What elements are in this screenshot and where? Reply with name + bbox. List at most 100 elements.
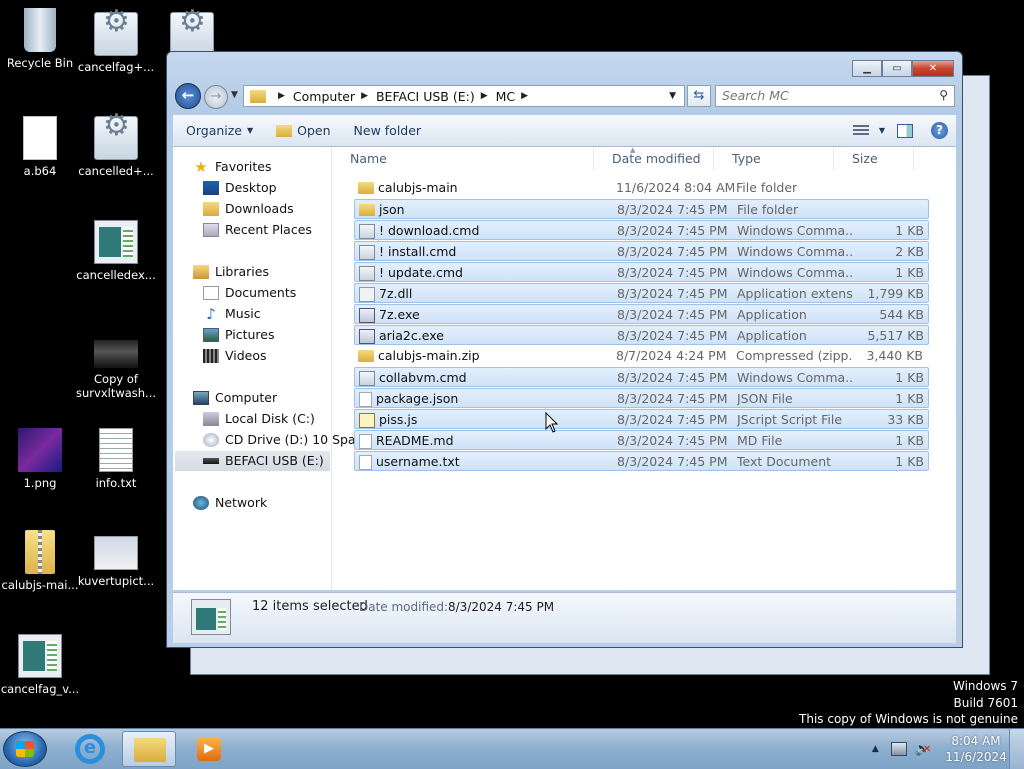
new-folder-button[interactable]: New folder: [354, 123, 422, 138]
desktop-icon-copy-of[interactable]: Copy of survxltwash...: [76, 330, 156, 400]
file-type: File folder: [737, 202, 799, 217]
cmd-file-icon: [359, 370, 375, 386]
watermark-line: Build 7601: [953, 695, 1018, 710]
breadcrumb-computer[interactable]: Computer: [293, 89, 355, 104]
network-status-icon[interactable]: [890, 742, 907, 756]
file-name-text: ! download.cmd: [379, 223, 480, 238]
date-modified-label: Date modified:: [359, 600, 449, 614]
file-row[interactable]: json 8/3/2024 7:45 PM File folder: [354, 199, 929, 219]
change-view-icon[interactable]: [852, 124, 869, 137]
refresh-button[interactable]: ⇆: [687, 85, 711, 107]
file-row[interactable]: calubjs-main 11/6/2024 8:04 AM File folder: [354, 178, 929, 198]
desktop-icon-cancelfag[interactable]: cancelfag+...: [76, 12, 156, 74]
file-row[interactable]: piss.js 8/3/2024 7:45 PM JScript Script Fi…: [354, 409, 929, 429]
desktop-icon-kuvertupict[interactable]: kuvertupict...: [76, 530, 156, 588]
desktop-icon: [203, 181, 219, 195]
file-row[interactable]: ! update.cmd 8/3/2024 7:45 PM Windows Comm…: [354, 262, 929, 282]
file-row[interactable]: aria2c.exe 8/3/2024 7:45 PM Application 5,5…: [354, 325, 929, 345]
desktop-icon-cancelled[interactable]: cancelled+...: [76, 116, 156, 178]
column-header-size[interactable]: Size: [834, 147, 914, 171]
search-input[interactable]: Search MC ⚲: [715, 85, 955, 107]
nav-network[interactable]: Network: [193, 493, 267, 513]
chevron-down-icon[interactable]: ▼: [669, 91, 676, 101]
minimize-button[interactable]: ▁: [852, 60, 882, 77]
date-modified-value: 8/3/2024 7:45 PM: [448, 600, 555, 614]
clock[interactable]: 8:04 AM 11/6/2024: [945, 733, 1007, 765]
folder-icon: [134, 738, 166, 762]
show-desktop-button[interactable]: [1009, 729, 1024, 769]
file-date: 8/3/2024 7:45 PM: [617, 202, 728, 217]
file-name: 7z.exe: [359, 305, 617, 325]
breadcrumb-usb[interactable]: BEFACI USB (E:): [376, 89, 475, 104]
nav-label: Libraries: [215, 264, 269, 279]
desktop-icon-recycle-bin[interactable]: Recycle Bin: [0, 8, 80, 70]
forward-button[interactable]: →: [204, 85, 228, 109]
text-file-icon: [99, 428, 133, 472]
nav-local-disk[interactable]: Local Disk (C:): [203, 409, 315, 429]
file-row[interactable]: 7z.exe 8/3/2024 7:45 PM Application 544 KB: [354, 304, 929, 324]
nav-favorites[interactable]: ★ Favorites: [193, 157, 271, 177]
show-hidden-icons-icon[interactable]: ▲: [872, 744, 879, 754]
organize-button[interactable]: Organize ▼: [186, 123, 253, 138]
preview-pane-icon[interactable]: [897, 123, 913, 138]
nav-music[interactable]: ♪ Music: [203, 304, 261, 324]
file-row[interactable]: calubjs-main.zip 8/7/2024 4:24 PM Compress…: [354, 346, 929, 366]
file-name-text: piss.js: [379, 412, 418, 427]
nav-label: Music: [225, 306, 261, 321]
file-type: File folder: [736, 180, 798, 195]
star-icon: ★: [194, 158, 208, 176]
chevron-right-icon[interactable]: ▶: [521, 91, 528, 101]
file-date: 8/3/2024 7:45 PM: [617, 454, 728, 469]
taskbar-internet-explorer[interactable]: e: [62, 731, 116, 767]
file-row[interactable]: username.txt 8/3/2024 7:45 PM Text Documen…: [354, 451, 929, 471]
nav-documents[interactable]: Documents: [203, 283, 296, 303]
close-button[interactable]: ✕: [912, 60, 954, 77]
file-name: piss.js: [359, 410, 617, 430]
nav-recent-places[interactable]: Recent Places: [203, 220, 312, 240]
file-row[interactable]: 7z.dll 8/3/2024 7:45 PM Application extens…: [354, 283, 929, 303]
desktop-icon-calubjs-zip[interactable]: calubjs-mai...: [0, 530, 80, 592]
back-button[interactable]: ←: [175, 83, 201, 109]
taskbar-windows-explorer[interactable]: [122, 731, 176, 767]
volume-muted-icon[interactable]: 🔈 ✕: [915, 742, 931, 757]
file-name-text: ! install.cmd: [379, 244, 457, 259]
file-row[interactable]: README.md 8/3/2024 7:45 PM MD File 1 KB: [354, 430, 929, 450]
nav-libraries[interactable]: Libraries: [193, 262, 269, 282]
desktop-icon-cancelfag-v[interactable]: cancelfag_v...: [0, 634, 80, 696]
nav-videos[interactable]: Videos: [203, 346, 267, 366]
nav-usb-drive[interactable]: BEFACI USB (E:): [175, 451, 330, 471]
file-row[interactable]: collabvm.cmd 8/3/2024 7:45 PM Windows Comm…: [354, 367, 929, 387]
nav-pictures[interactable]: Pictures: [203, 325, 275, 345]
column-header-name[interactable]: Name ▲: [332, 146, 635, 171]
zip-folder-icon: [25, 530, 55, 574]
file-size: 3,440 KB: [866, 348, 923, 363]
nav-cd-drive[interactable]: CD Drive (D:) 10 Spa: [203, 430, 356, 450]
watermark-line: Windows 7: [952, 679, 1018, 693]
desktop-icon-1-png[interactable]: 1.png: [0, 428, 80, 490]
column-header-type[interactable]: Type: [714, 147, 834, 171]
nav-desktop[interactable]: Desktop: [203, 178, 277, 198]
breadcrumb-mc[interactable]: MC: [496, 89, 516, 104]
chevron-down-icon[interactable]: ▼: [879, 126, 885, 135]
document-icon: [359, 391, 372, 407]
open-button[interactable]: Open: [276, 123, 331, 138]
file-row[interactable]: package.json 8/3/2024 7:45 PM JSON File 1 K…: [354, 388, 929, 408]
recent-pages-dropdown[interactable]: ▼: [231, 90, 238, 100]
desktop-icon-info-txt[interactable]: info.txt: [76, 428, 156, 490]
file-row[interactable]: ! download.cmd 8/3/2024 7:45 PM Windows Co…: [354, 220, 929, 240]
column-header-date[interactable]: Date modified: [594, 147, 714, 171]
address-bar[interactable]: ▶ Computer ▶ BEFACI USB (E:) ▶ MC ▶ ▼: [243, 85, 685, 107]
maximize-button[interactable]: ▭: [882, 60, 912, 77]
taskbar-media-player[interactable]: ▶: [182, 731, 236, 767]
nav-computer[interactable]: Computer: [193, 388, 277, 408]
nav-downloads[interactable]: Downloads: [203, 199, 294, 219]
help-icon[interactable]: ?: [931, 122, 948, 139]
desktop-icon-cancelledex[interactable]: cancelledex...: [76, 220, 156, 282]
start-button[interactable]: [3, 731, 47, 767]
chevron-right-icon[interactable]: ▶: [361, 91, 368, 101]
chevron-right-icon[interactable]: ▶: [481, 91, 488, 101]
file-date: 11/6/2024 8:04 AM: [616, 180, 734, 195]
nav-label: Desktop: [225, 180, 277, 195]
file-row[interactable]: ! install.cmd 8/3/2024 7:45 PM Windows Com…: [354, 241, 929, 261]
desktop-icon-a-b64[interactable]: a.b64: [0, 116, 80, 178]
